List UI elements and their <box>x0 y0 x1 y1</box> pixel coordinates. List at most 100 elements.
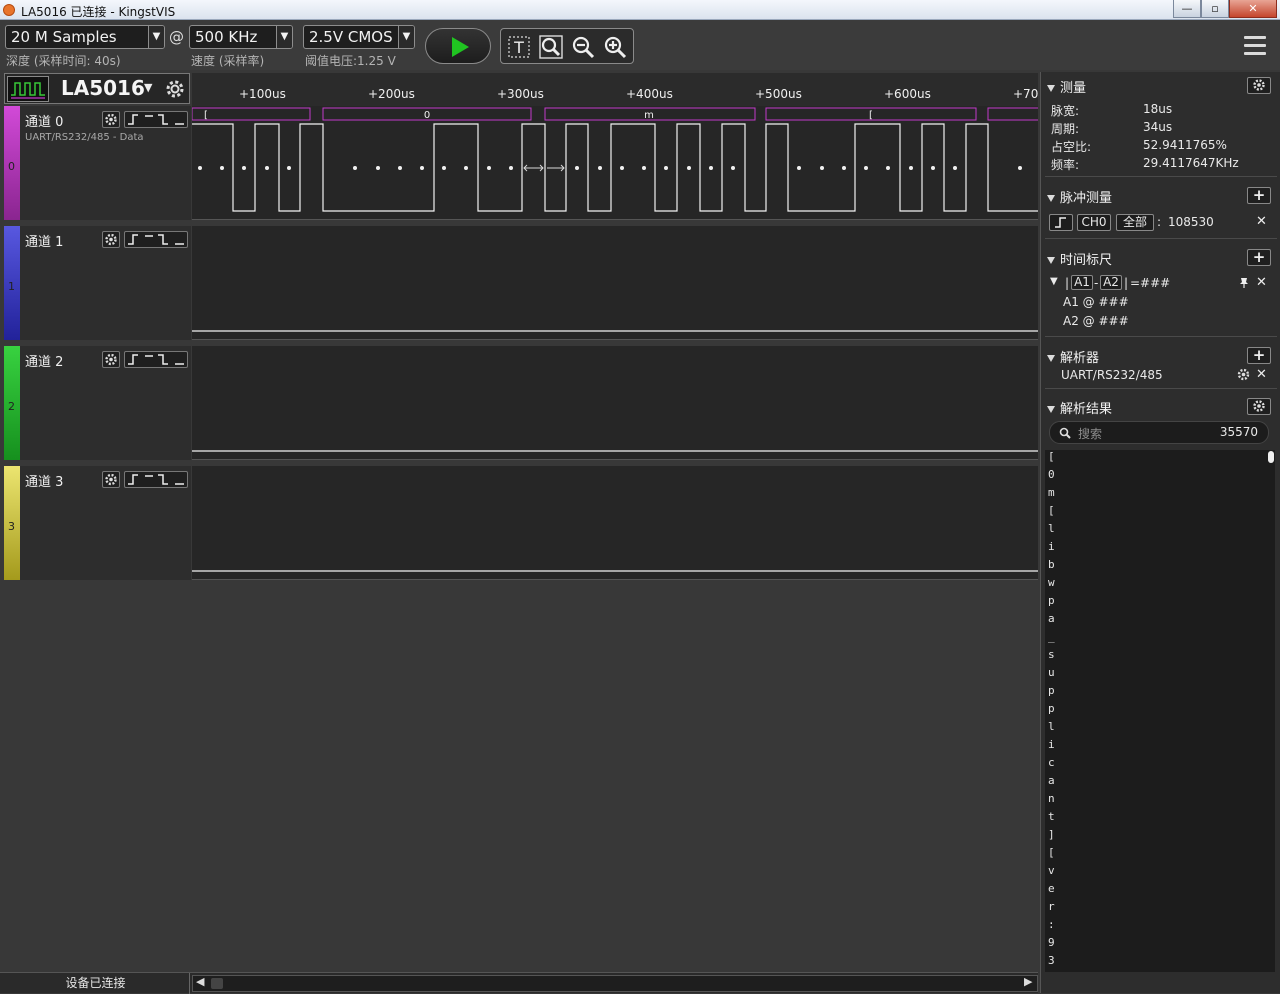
horizontal-scrollbar[interactable]: ◀ ▶ <box>192 975 1038 992</box>
gear-icon[interactable] <box>163 77 187 101</box>
result-item[interactable]: _ <box>1045 630 1267 648</box>
marker-a1-tag[interactable]: A1 <box>1071 275 1093 290</box>
result-item[interactable]: v <box>1045 864 1267 882</box>
marker-a2-tag[interactable]: A2 <box>1100 275 1122 290</box>
zoom-out-button[interactable] <box>570 34 596 60</box>
channel-2-waveform[interactable] <box>192 346 1038 460</box>
analyzer-section-header[interactable]: 解析器 <box>1047 347 1099 366</box>
channel-trigger-buttons[interactable] <box>124 231 188 248</box>
results-scrollbar[interactable] <box>1267 450 1275 972</box>
result-item[interactable]: n <box>1045 792 1267 810</box>
text-tool-button[interactable]: T <box>506 34 532 60</box>
channel-1-waveform[interactable] <box>192 226 1038 340</box>
channel-trigger-buttons[interactable] <box>124 471 188 488</box>
analyzer-title: 解析器 <box>1060 351 1100 366</box>
device-dropdown-icon[interactable]: ▼ <box>144 81 152 94</box>
result-item[interactable]: r <box>1045 900 1267 918</box>
scroll-right-icon[interactable]: ▶ <box>1024 975 1032 988</box>
decode-frame-label: [ <box>869 110 873 121</box>
result-item[interactable]: [ <box>1045 450 1267 468</box>
sample-depth-select[interactable]: 20 M Samples ▼ <box>5 25 165 49</box>
channel-3-panel[interactable]: 3 通道 3 <box>4 466 191 580</box>
start-button[interactable] <box>425 28 491 64</box>
maximize-button[interactable]: ▫ <box>1201 0 1229 18</box>
result-item[interactable]: c <box>1045 756 1267 774</box>
channel-0-waveform[interactable]: [ 0 m [ <box>191 106 1049 220</box>
add-timescale-button[interactable]: + <box>1247 249 1271 266</box>
analyzer-item[interactable]: UART/RS232/485 <box>1061 368 1163 382</box>
timescale-section-header[interactable]: 时间标尺 <box>1047 249 1112 268</box>
results-list[interactable]: [ 0 m [ l i b w p a _ s u p p l i c a n … <box>1045 450 1267 972</box>
result-item[interactable]: l <box>1045 522 1267 540</box>
channel-gear-button[interactable] <box>102 471 120 488</box>
result-item[interactable]: a <box>1045 612 1267 630</box>
decode-frame[interactable] <box>191 107 311 121</box>
channel-trigger-buttons[interactable] <box>124 111 188 128</box>
gear-icon[interactable] <box>1236 367 1251 382</box>
result-item[interactable]: [ <box>1045 504 1267 522</box>
result-item[interactable]: b <box>1045 558 1267 576</box>
pulse-scope-select[interactable]: 全部 <box>1116 214 1154 231</box>
channel-trigger-buttons[interactable] <box>124 351 188 368</box>
pin-icon[interactable] <box>1239 277 1249 289</box>
zoom-out-icon <box>572 36 595 59</box>
result-item[interactable]: i <box>1045 738 1267 756</box>
result-item[interactable]: s <box>1045 648 1267 666</box>
channel-gear-button[interactable] <box>102 111 120 128</box>
sample-rate-select[interactable]: 500 KHz ▼ <box>189 25 293 49</box>
result-item[interactable]: p <box>1045 684 1267 702</box>
result-item[interactable]: l <box>1045 720 1267 738</box>
waveform-icon[interactable] <box>7 76 49 102</box>
minimize-button[interactable]: — <box>1173 0 1201 18</box>
scrollbar-thumb[interactable] <box>1268 451 1274 463</box>
channel-0-panel[interactable]: 0 通道 0 UART/RS232/485 - Data <box>4 106 191 220</box>
channel-name[interactable]: 通道 2 <box>25 351 63 370</box>
scrollbar-thumb[interactable] <box>211 978 223 989</box>
zoom-area-button[interactable] <box>538 34 564 60</box>
results-search-input[interactable]: 搜索 35570 <box>1049 421 1269 444</box>
result-item[interactable]: p <box>1045 702 1267 720</box>
result-item[interactable]: p <box>1045 594 1267 612</box>
add-pulse-button[interactable]: + <box>1247 187 1271 204</box>
close-icon[interactable]: ✕ <box>1256 367 1267 382</box>
decode-frame[interactable] <box>987 107 1049 121</box>
results-settings-button[interactable] <box>1247 398 1271 415</box>
pulse-channel-select[interactable]: CH0 <box>1077 214 1111 231</box>
measure-section-header[interactable]: 测量 <box>1047 77 1086 96</box>
channel-name[interactable]: 通道 1 <box>25 231 63 250</box>
result-item[interactable]: a <box>1045 774 1267 792</box>
pulse-section-header[interactable]: 脉冲测量 <box>1047 187 1112 206</box>
close-icon[interactable]: ✕ <box>1256 214 1267 229</box>
results-section-header[interactable]: 解析结果 <box>1047 398 1112 417</box>
close-button[interactable]: ✕ <box>1229 0 1277 18</box>
close-icon[interactable]: ✕ <box>1256 275 1267 290</box>
result-item[interactable]: m <box>1045 486 1267 504</box>
channel-name[interactable]: 通道 3 <box>25 471 63 490</box>
channel-3-waveform[interactable] <box>192 466 1038 580</box>
scroll-left-icon[interactable]: ◀ <box>196 975 204 988</box>
result-item[interactable]: : <box>1045 918 1267 936</box>
result-item[interactable]: [ <box>1045 846 1267 864</box>
result-item[interactable]: 3 <box>1045 954 1267 972</box>
result-item[interactable]: ] <box>1045 828 1267 846</box>
result-item[interactable]: t <box>1045 810 1267 828</box>
menu-button[interactable] <box>1244 36 1266 56</box>
threshold-select[interactable]: 2.5V CMOS ▼ <box>303 25 415 49</box>
channel-name[interactable]: 通道 0 <box>25 111 63 130</box>
channel-gear-button[interactable] <box>102 231 120 248</box>
result-item[interactable]: w <box>1045 576 1267 594</box>
channel-1-panel[interactable]: 1 通道 1 <box>4 226 191 340</box>
result-item[interactable]: 0 <box>1045 468 1267 486</box>
pulse-edge-button[interactable] <box>1049 214 1073 231</box>
measure-settings-button[interactable] <box>1247 77 1271 94</box>
zoom-in-button[interactable] <box>602 34 628 60</box>
result-item[interactable]: 9 <box>1045 936 1267 954</box>
channel-gear-button[interactable] <box>102 351 120 368</box>
svg-text:T: T <box>513 38 524 57</box>
result-item[interactable]: i <box>1045 540 1267 558</box>
channel-2-panel[interactable]: 2 通道 2 <box>4 346 191 460</box>
result-item[interactable]: u <box>1045 666 1267 684</box>
add-analyzer-button[interactable]: + <box>1247 347 1271 364</box>
result-item[interactable]: e <box>1045 882 1267 900</box>
expand-triangle-icon[interactable]: ▼ <box>1050 276 1058 287</box>
